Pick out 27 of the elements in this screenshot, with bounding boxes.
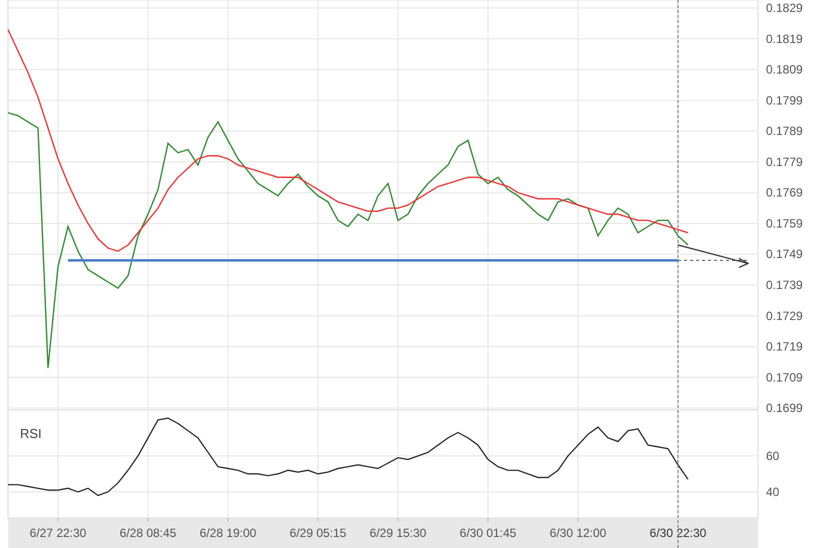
x-tick-label: 6/29 15:30 — [370, 526, 426, 540]
x-tick-label: 6/28 19:00 — [200, 526, 256, 540]
cursor-time-label: 6/30 22:30 — [650, 526, 706, 540]
y-tick-label: 0.1729 — [766, 308, 803, 323]
x-tick-label: 6/28 08:45 — [120, 526, 176, 540]
y-tick-label: 0.1739 — [766, 278, 803, 292]
y-tick-label: 0.1759 — [766, 216, 803, 230]
y-tick-label: 60 — [766, 448, 780, 463]
y-tick-label: 0.1769 — [766, 186, 803, 200]
y-tick-label: 0.1789 — [766, 124, 803, 138]
y-tick-label: 0.1709 — [766, 370, 803, 384]
y-tick-label: 0.1749 — [766, 247, 803, 262]
y-tick-label: 0.1809 — [766, 62, 803, 77]
y-tick-label: 0.1779 — [766, 154, 803, 169]
x-tick-label: 6/29 05:15 — [290, 526, 346, 540]
y-tick-label: 0.1829 — [766, 1, 803, 15]
y-tick-label: 40 — [766, 484, 780, 499]
y-tick-label: 0.1799 — [766, 93, 803, 108]
x-tick-label: 6/30 12:00 — [550, 526, 606, 540]
x-tick-label: 6/30 01:45 — [460, 526, 516, 540]
rsi-label: RSI — [20, 426, 42, 441]
y-tick-label: 0.1719 — [766, 340, 803, 354]
projection-line — [678, 260, 748, 261]
x-tick-label: 6/27 22:30 — [30, 526, 86, 540]
forecast-arrow — [678, 244, 750, 268]
y-tick-label: 0.1699 — [766, 401, 803, 416]
y-tick-label: 0.1819 — [766, 32, 803, 46]
